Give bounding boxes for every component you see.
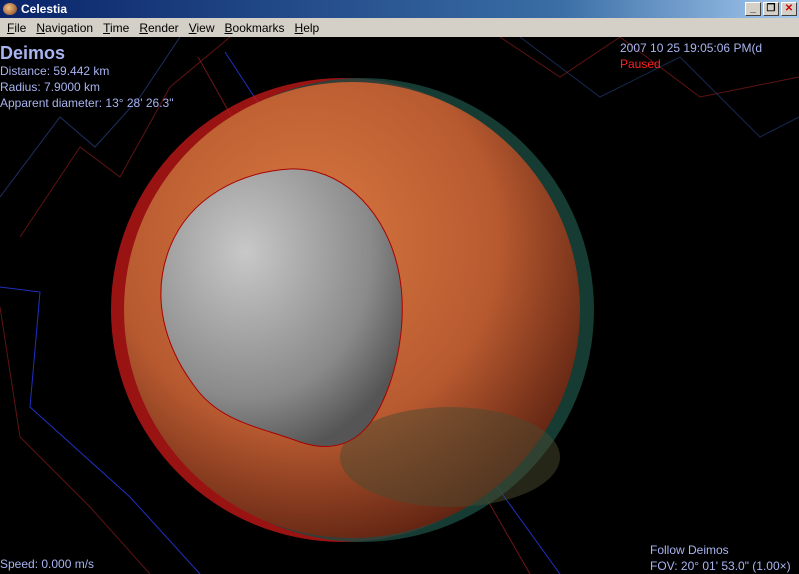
minimize-button[interactable]: _ (745, 2, 761, 16)
menu-render[interactable]: Render (134, 21, 183, 35)
radius-readout: Radius: 7.9000 km (0, 80, 101, 94)
menu-view[interactable]: View (184, 21, 220, 35)
time-info: 2007 10 25 19:05:06 PM(d Paused (620, 40, 762, 72)
celestia-icon (3, 3, 17, 15)
window-title: Celestia (21, 2, 68, 16)
speed-readout: Speed: 0.000 m/s (0, 557, 95, 571)
apparent-diameter-readout: Apparent diameter: 13° 28' 26.3" (0, 96, 174, 110)
selection-info: Deimos Distance: 59.442 km Radius: 7.900… (0, 43, 173, 111)
menu-bar: File Navigation Time Render View Bookmar… (0, 18, 799, 37)
object-name: Deimos (0, 43, 66, 63)
datetime-readout: 2007 10 25 19:05:06 PM(d (620, 41, 763, 55)
menu-help[interactable]: Help (290, 21, 325, 35)
fov-readout: FOV: 20° 01' 53.0" (1.00×) (650, 559, 791, 573)
menu-time[interactable]: Time (98, 21, 134, 35)
follow-status: Follow Deimos (650, 543, 729, 557)
3d-viewport[interactable]: Deimos Distance: 59.442 km Radius: 7.900… (0, 37, 799, 574)
distance-readout: Distance: 59.442 km (0, 64, 110, 78)
view-info: Follow Deimos FOV: 20° 01' 53.0" (1.00×) (650, 542, 791, 574)
close-button[interactable]: ✕ (781, 2, 797, 16)
menu-bookmarks[interactable]: Bookmarks (220, 21, 290, 35)
menu-navigation[interactable]: Navigation (31, 21, 98, 35)
space-render (0, 37, 799, 574)
title-bar[interactable]: Celestia _ ❐ ✕ (0, 0, 799, 18)
menu-file[interactable]: File (2, 21, 31, 35)
restore-button[interactable]: ❐ (763, 2, 779, 16)
paused-status: Paused (620, 57, 661, 71)
